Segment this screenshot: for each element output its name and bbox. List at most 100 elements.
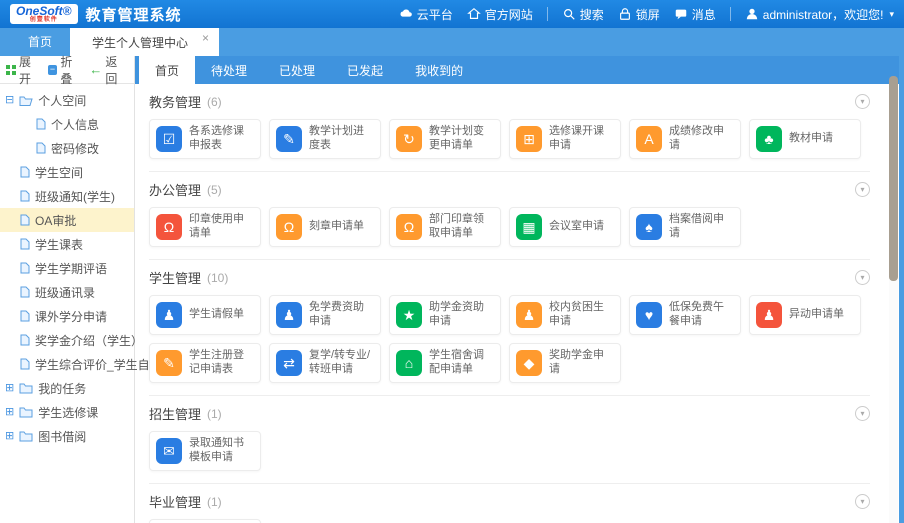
close-icon[interactable]: × [202, 31, 209, 45]
folder-icon [19, 407, 33, 418]
sidebar-item-term-comments[interactable]: 学生学期评语 [0, 256, 134, 280]
app-card[interactable]: ✉录取通知书模板申请 [149, 431, 261, 471]
nav-cloud-platform[interactable]: 云平台 [399, 6, 453, 23]
collapse-all-button[interactable]: − 折叠 [48, 53, 84, 87]
collapse-toggle-icon[interactable]: ⊟ [5, 95, 14, 106]
collapse-section-icon[interactable]: ▾ [855, 270, 870, 285]
card-label: 档案借阅申请 [669, 213, 734, 241]
app-card[interactable]: ↻教学计划变更申请单 [389, 119, 501, 159]
clipboard-check-icon: ☑ [156, 126, 182, 152]
sidebar-item-student-space[interactable]: 学生空间 [0, 160, 134, 184]
tab-initiated[interactable]: 已发起 [331, 56, 399, 84]
app-card[interactable]: ⊞选修课开课申请 [509, 119, 621, 159]
app-card[interactable]: ♟免学费资助申请 [269, 295, 381, 335]
back-button[interactable]: ← 返回 [89, 53, 128, 87]
window-tab-student-center[interactable]: 学生个人管理中心 × [70, 28, 219, 56]
card-label: 成绩修改申请 [669, 125, 734, 153]
section-title: 教务管理 [149, 92, 201, 111]
sidebar-item-class-notice[interactable]: 班级通知(学生) [0, 184, 134, 208]
sidebar-item-scholarship-intro[interactable]: 奖学金介绍（学生） [0, 328, 134, 352]
app-card[interactable]: ♟学生请假单 [149, 295, 261, 335]
section-office-admin: 办公管理 (5) ▾ Ω印章使用申请单 Ω刻章申请单 Ω部门印章领取申请单 ▦会… [149, 172, 870, 260]
app-card[interactable]: ⌂学生宿舍调配申请单 [389, 343, 501, 383]
app-card[interactable]: ♥低保免费午餐申请 [629, 295, 741, 335]
app-card[interactable]: A成绩修改申请 [629, 119, 741, 159]
award-icon: ◆ [516, 350, 542, 376]
divider [547, 7, 548, 21]
collapse-section-icon[interactable]: ▾ [855, 406, 870, 421]
app-card[interactable]: ✎教学计划进度表 [269, 119, 381, 159]
section-title: 办公管理 [149, 180, 201, 199]
sidebar-item-change-password[interactable]: 密码修改 [0, 136, 134, 160]
expand-all-button[interactable]: 展开 [6, 53, 42, 87]
nav-messages[interactable]: 消息 [674, 6, 716, 23]
expand-toggle-icon[interactable]: ⊞ [5, 383, 14, 394]
nav-lock-screen[interactable]: 锁屏 [618, 6, 660, 23]
app-card[interactable]: ✎学生注册登记申请表 [149, 343, 261, 383]
sidebar-item-student-timetable[interactable]: 学生课表 [0, 232, 134, 256]
collapse-section-icon[interactable]: ▾ [855, 182, 870, 197]
section-count: (1) [207, 407, 222, 421]
main-area: 首页 待处理 已处理 已发起 我收到的 教务管理 (6) ▾ ☑各系选修课申报表… [135, 56, 904, 523]
stamp-icon: Ω [156, 214, 182, 240]
card-label: 校内贫困生申请 [549, 301, 614, 329]
card-label: 印章使用申请单 [189, 213, 254, 241]
tool-label: 折叠 [60, 53, 83, 87]
collapse-section-icon[interactable]: ▾ [855, 494, 870, 509]
app-card[interactable]: Ω 印章使用申请单 [149, 207, 261, 247]
tool-label: 展开 [19, 53, 42, 87]
app-card[interactable]: Ω刻章申请单 [269, 207, 381, 247]
tab-processed[interactable]: 已处理 [263, 56, 331, 84]
tab-pending[interactable]: 待处理 [195, 56, 263, 84]
app-card[interactable]: ★助学金资助申请 [389, 295, 501, 335]
chevron-down-icon: ▾ [889, 9, 894, 20]
sidebar-item-my-tasks[interactable]: ⊞ 我的任务 [0, 376, 134, 400]
tab-received[interactable]: 我收到的 [399, 56, 479, 84]
sidebar-item-self-evaluation[interactable]: 学生综合评价_学生自评 [0, 352, 134, 376]
tree-label: 学生课表 [35, 236, 83, 253]
file-icon [20, 334, 30, 346]
nav-official-site[interactable]: 官方网站 [467, 6, 533, 23]
sidebar-item-extra-credit[interactable]: 课外学分申请 [0, 304, 134, 328]
nav-search[interactable]: 搜索 [562, 6, 604, 23]
user-greeting: administrator，欢迎您! [763, 6, 884, 23]
app-card[interactable]: ♟学生离校手续申请 [149, 519, 261, 523]
box-plus-icon: ⊞ [516, 126, 542, 152]
card-label: 低保免费午餐申请 [669, 301, 734, 329]
tab-home[interactable]: 首页 [139, 56, 195, 84]
sidebar-item-class-contacts[interactable]: 班级通讯录 [0, 280, 134, 304]
card-label: 学生注册登记申请表 [189, 349, 254, 377]
sidebar-item-electives[interactable]: ⊞ 学生选修课 [0, 400, 134, 424]
section-count: (10) [207, 271, 228, 285]
swap-icon: ⇄ [276, 350, 302, 376]
app-card[interactable]: Ω部门印章领取申请单 [389, 207, 501, 247]
folder-icon [19, 431, 33, 442]
sidebar-item-oa-approval[interactable]: OA审批 [0, 208, 134, 232]
app-card[interactable]: ▦会议室申请 [509, 207, 621, 247]
card-label: 会议室申请 [549, 220, 604, 234]
file-icon [20, 214, 30, 226]
card-label: 异动申请单 [789, 308, 844, 322]
app-card[interactable]: ♟校内贫困生申请 [509, 295, 621, 335]
expand-toggle-icon[interactable]: ⊞ [5, 407, 14, 418]
expand-toggle-icon[interactable]: ⊞ [5, 431, 14, 442]
app-card[interactable]: ⇄ 复学/转专业/转班申请 [269, 343, 381, 383]
tree-label: 密码修改 [51, 140, 99, 157]
card-label: 复学/转专业/转班申请 [309, 349, 374, 377]
app-card[interactable]: ◆奖助学金申请 [509, 343, 621, 383]
collapse-section-icon[interactable]: ▾ [855, 94, 870, 109]
nav-label: 消息 [692, 6, 716, 23]
app-card[interactable]: ♣教材申请 [749, 119, 861, 159]
app-card[interactable]: ♠档案借阅申请 [629, 207, 741, 247]
file-icon [20, 286, 30, 298]
sidebar-item-personal-space[interactable]: ⊟ 个人空间 [0, 88, 134, 112]
app-card[interactable]: ♟异动申请单 [749, 295, 861, 335]
tree-label: 班级通知(学生) [35, 188, 115, 205]
app-card[interactable]: ☑各系选修课申报表 [149, 119, 261, 159]
sidebar-item-library[interactable]: ⊞ 图书借阅 [0, 424, 134, 448]
tree-label: 班级通讯录 [35, 284, 95, 301]
scrollbar-thumb[interactable] [889, 76, 898, 281]
logo-subtext: 创壹软件 [30, 17, 58, 23]
sidebar-item-personal-info[interactable]: 个人信息 [0, 112, 134, 136]
user-menu[interactable]: administrator，欢迎您! ▾ [745, 6, 894, 23]
